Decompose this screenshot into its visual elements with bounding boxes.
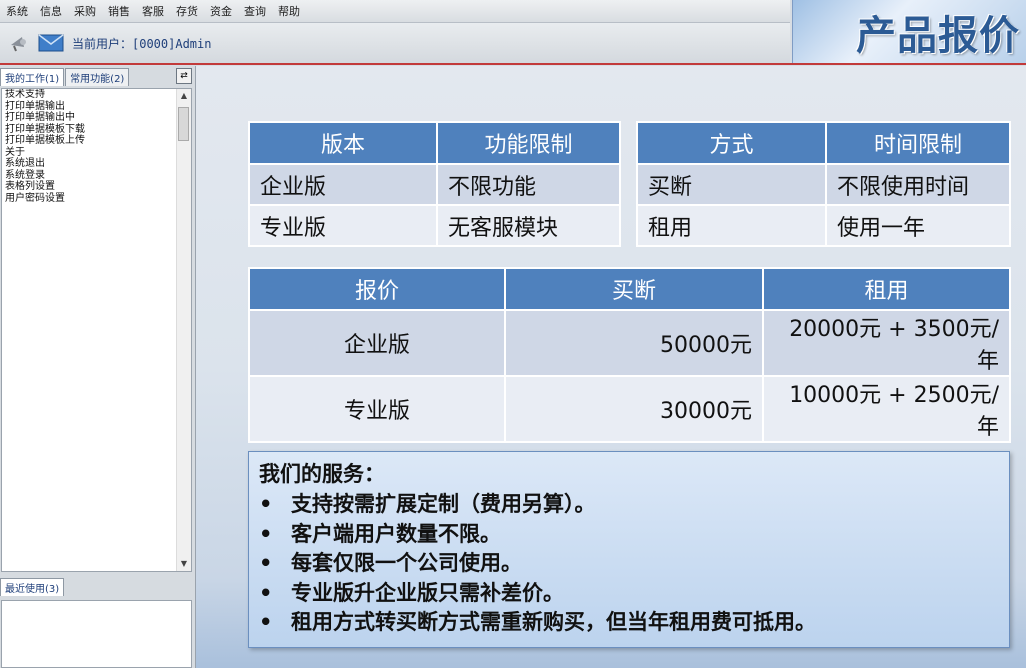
bullet-icon: •	[259, 610, 273, 634]
list-item[interactable]: 系统登录	[2, 170, 191, 182]
table-cell: 不限使用时间	[825, 163, 1011, 206]
list-scrollbar[interactable]: ▲ ▼	[176, 89, 191, 571]
menu-funds[interactable]: 资金	[204, 3, 238, 19]
table-row: 企业版 不限功能	[248, 163, 621, 206]
menu-purchase[interactable]: 采购	[68, 3, 102, 19]
table-header: 方式	[636, 121, 827, 165]
scroll-thumb[interactable]	[178, 107, 189, 141]
table-row: 企业版 50000元 20000元 + 3500元/年	[248, 309, 1011, 377]
service-text: 租用方式转买断方式需重新购买，但当年租用费可抵用。	[291, 610, 816, 634]
service-text: 客户端用户数量不限。	[291, 521, 501, 546]
content-area: 版本 功能限制 企业版 不限功能 专业版 无客服模块 方式 时间限制 买断 不限…	[196, 66, 1026, 668]
table-row: 专业版 无客服模块	[248, 204, 621, 247]
table-cell: 30000元	[504, 375, 764, 443]
list-item[interactable]: 打印单据输出中	[2, 112, 191, 124]
table-header: 版本	[248, 121, 438, 165]
table-cell: 买断	[636, 163, 827, 206]
table-cell: 20000元 + 3500元/年	[762, 309, 1011, 377]
tab-recent[interactable]: 最近使用(3)	[0, 578, 65, 596]
header-divider	[0, 63, 1026, 65]
menu-service[interactable]: 客服	[136, 3, 170, 19]
list-item: • 支持按需扩展定制（费用另算）。	[259, 490, 999, 520]
page-title: 产品报价	[856, 12, 1020, 59]
table-cell: 企业版	[248, 163, 438, 206]
list-item: • 客户端用户数量不限。	[259, 520, 999, 550]
recent-tabs: 最近使用(3)	[0, 578, 65, 596]
table-cell: 专业版	[248, 375, 506, 443]
tab-my-work[interactable]: 我的工作(1)	[0, 68, 65, 86]
list-item[interactable]: 表格列设置	[2, 181, 191, 193]
bullet-icon: •	[259, 521, 273, 546]
list-item[interactable]: 技术支持	[2, 89, 191, 101]
menu-system[interactable]: 系统	[0, 3, 34, 19]
table-row: 租用 使用一年	[636, 204, 1011, 247]
menu-query[interactable]: 查询	[238, 3, 272, 19]
table-header: 功能限制	[436, 121, 621, 165]
scroll-up-icon[interactable]: ▲	[177, 89, 191, 103]
list-item[interactable]: 用户密码设置	[2, 193, 191, 205]
left-tabs: 我的工作(1) 常用功能(2) ⇄	[0, 66, 195, 86]
list-item[interactable]: 关于	[2, 147, 191, 159]
table-cell: 使用一年	[825, 204, 1011, 247]
table-cell: 无客服模块	[436, 204, 621, 247]
tab-common-functions[interactable]: 常用功能(2)	[65, 68, 130, 86]
list-item[interactable]: 打印单据模板上传	[2, 135, 191, 147]
service-text: 每套仅限一个公司使用。	[291, 551, 522, 575]
menu-bar: 系统 信息 采购 销售 客服 存货 资金 查询 帮助	[0, 0, 790, 23]
list-item: • 专业版升企业版只需补差价。	[259, 579, 999, 609]
list-item: • 每套仅限一个公司使用。	[259, 549, 999, 579]
list-item[interactable]: 打印单据输出	[2, 101, 191, 113]
service-text: 支持按需扩展定制（费用另算）。	[291, 492, 596, 516]
table-row: 买断 不限使用时间	[636, 163, 1011, 206]
table-header: 买断	[504, 267, 764, 311]
table-cell: 50000元	[504, 309, 764, 377]
list-item[interactable]: 系统退出	[2, 158, 191, 170]
current-user-label: 当前用户：[0000]Admin	[72, 36, 212, 51]
table-header: 报价	[248, 267, 506, 311]
switch-panel-icon[interactable]: ⇄	[176, 68, 192, 84]
mail-icon[interactable]	[38, 32, 64, 54]
price-table: 报价 买断 租用 企业版 50000元 20000元 + 3500元/年 专业版…	[248, 267, 1011, 443]
toolbar: 当前用户：[0000]Admin	[0, 23, 790, 63]
bullet-icon: •	[259, 551, 273, 575]
table-header: 租用	[762, 267, 1011, 311]
menu-help[interactable]: 帮助	[272, 3, 306, 19]
menu-info[interactable]: 信息	[34, 3, 68, 19]
table-cell: 企业版	[248, 309, 506, 377]
service-text: 专业版升企业版只需补差价。	[291, 580, 564, 605]
table-cell: 专业版	[248, 204, 438, 247]
work-list: 技术支持 打印单据输出 打印单据输出中 打印单据模板下载 打印单据模板上传 关于…	[1, 88, 192, 572]
menu-inventory[interactable]: 存货	[170, 3, 204, 19]
page-banner: 产品报价	[792, 0, 1026, 63]
services-title: 我们的服务：	[259, 462, 385, 486]
bullet-icon: •	[259, 492, 273, 516]
services-box: 我们的服务： • 支持按需扩展定制（费用另算）。 • 客户端用户数量不限。 • 每套仅…	[248, 451, 1010, 648]
list-item: • 租用方式转买断方式需重新购买，但当年租用费可抵用。	[259, 608, 999, 638]
table-header: 时间限制	[825, 121, 1011, 165]
mode-table: 方式 时间限制 买断 不限使用时间 租用 使用一年	[636, 121, 1011, 247]
broadcast-icon[interactable]	[6, 32, 32, 54]
recent-list	[1, 600, 192, 668]
table-cell: 10000元 + 2500元/年	[762, 375, 1011, 443]
scroll-down-icon[interactable]: ▼	[177, 557, 191, 571]
bullet-icon: •	[259, 580, 273, 605]
table-row: 专业版 30000元 10000元 + 2500元/年	[248, 375, 1011, 443]
table-cell: 租用	[636, 204, 827, 247]
list-item[interactable]: 打印单据模板下载	[2, 124, 191, 136]
edition-table: 版本 功能限制 企业版 不限功能 专业版 无客服模块	[248, 121, 621, 247]
menu-sales[interactable]: 销售	[102, 3, 136, 19]
table-cell: 不限功能	[436, 163, 621, 206]
left-panel: 我的工作(1) 常用功能(2) ⇄ 技术支持 打印单据输出 打印单据输出中 打印…	[0, 66, 196, 668]
